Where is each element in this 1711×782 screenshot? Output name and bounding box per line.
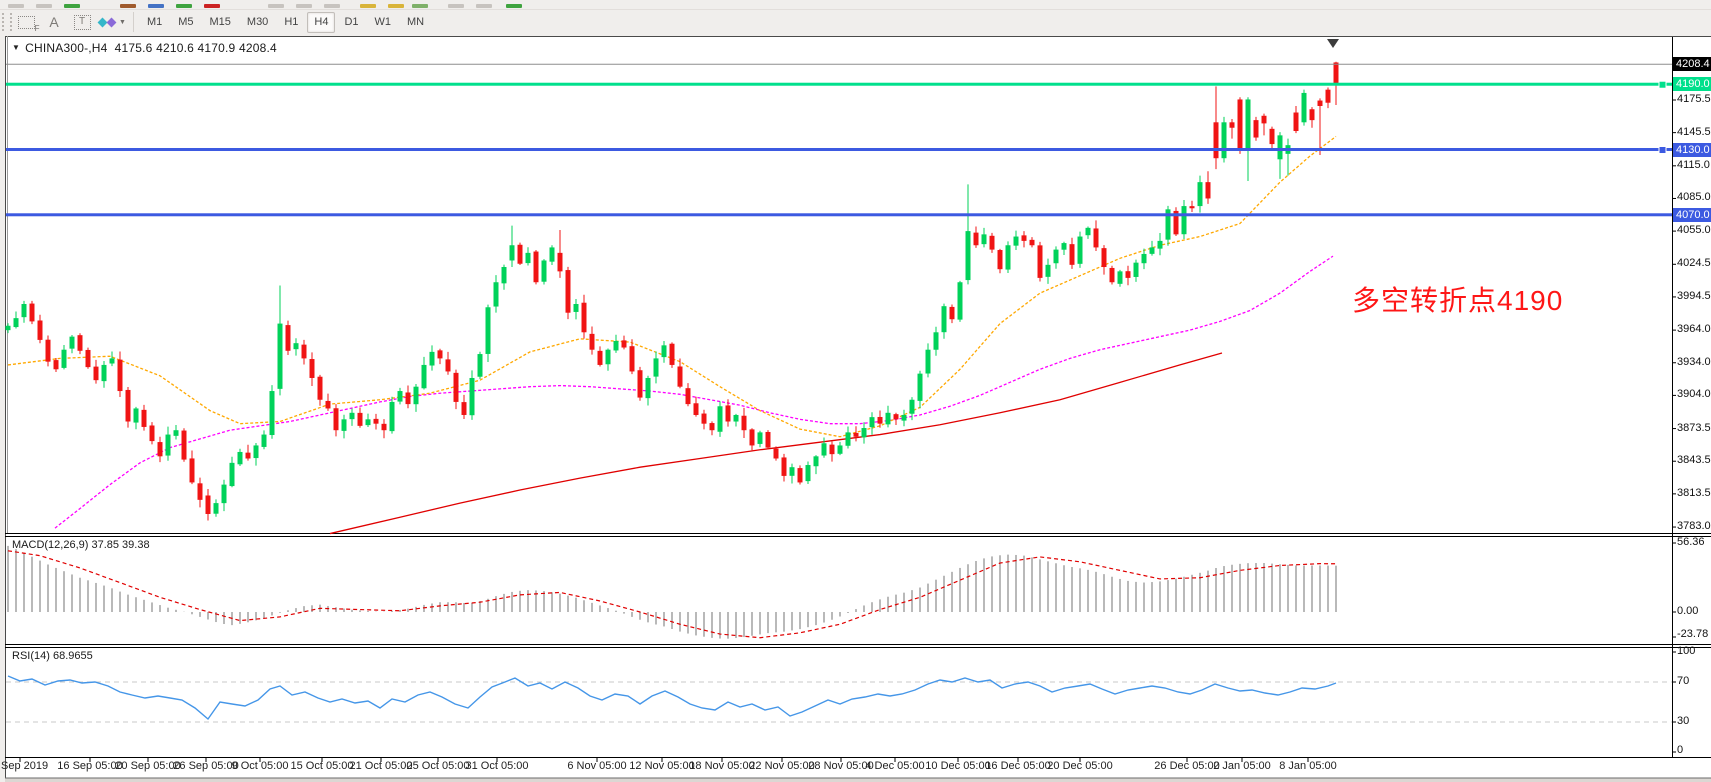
chart-svg[interactable] xyxy=(0,0,1711,782)
hline-4070.0[interactable] xyxy=(6,213,1672,216)
